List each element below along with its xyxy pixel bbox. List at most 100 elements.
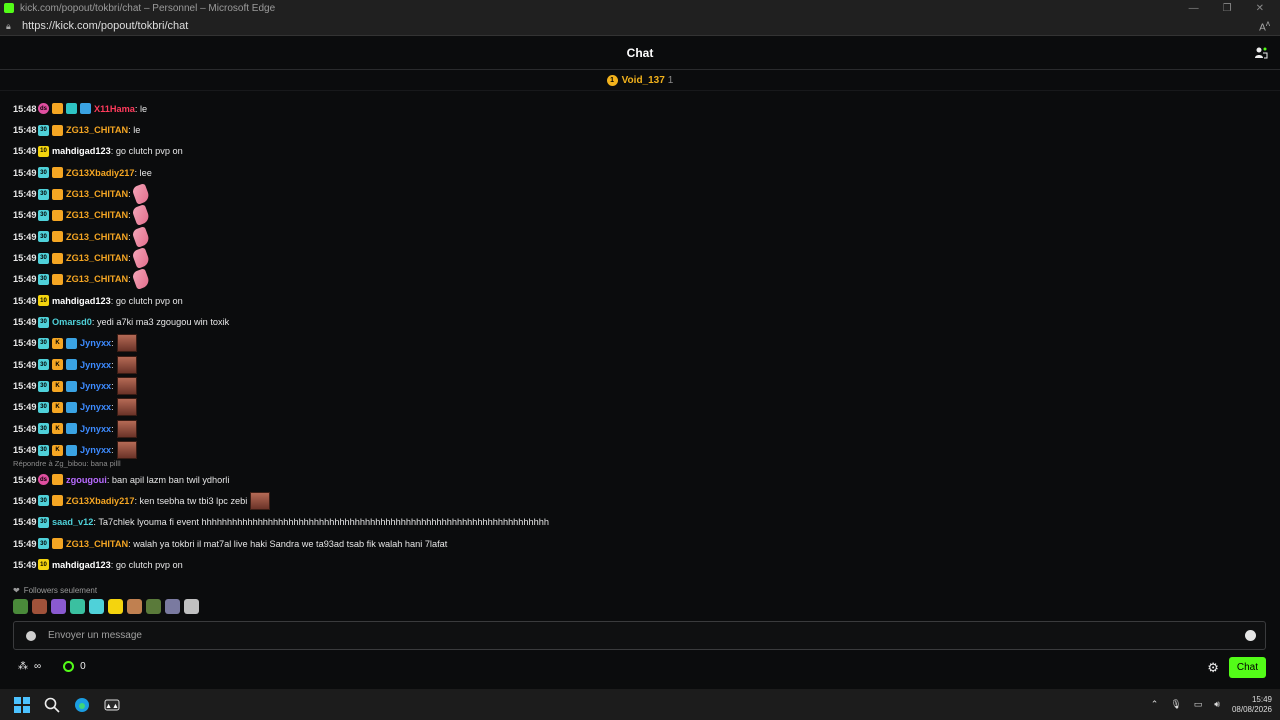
sub-badge-icon[interactable]: 30 [38, 231, 49, 243]
message-username[interactable]: ZG13_CHITAN [66, 232, 128, 242]
verified-badge-icon[interactable] [66, 423, 77, 435]
fist-emote-icon[interactable] [131, 247, 151, 269]
face-emote-icon[interactable] [116, 441, 137, 460]
pinned-username[interactable]: Void_137 [622, 75, 665, 86]
message-username[interactable]: mahdigad123 [52, 146, 111, 156]
edge-browser-icon[interactable] [74, 697, 90, 713]
shield-icon[interactable] [26, 630, 36, 641]
chat-message[interactable]: 15:49 10 mahdigad123: go clutch pvp on [13, 290, 1253, 311]
message-username[interactable]: saad_v12 [52, 517, 93, 527]
face-emote-icon[interactable] [116, 334, 137, 353]
sub-badge-icon[interactable]: 30 [38, 401, 49, 413]
sub-badge-icon[interactable]: 30 [38, 337, 49, 349]
emoji-icon[interactable] [1245, 630, 1256, 641]
sub-badge-icon[interactable]: 30 [38, 423, 49, 435]
kick-app-icon[interactable]: ▲▲ [104, 697, 120, 713]
read-aloud-icon[interactable]: Aʌ [1259, 18, 1270, 33]
message-username[interactable]: X11Hama [94, 104, 135, 114]
message-input-box[interactable] [13, 621, 1266, 650]
chat-message[interactable]: 15:49 30 K Jynyxx: [13, 397, 1253, 418]
crown-badge-icon[interactable] [52, 209, 63, 221]
network-icon[interactable]: ▭ [1194, 699, 1203, 710]
crown-badge-icon[interactable] [52, 188, 63, 200]
face-emote-icon[interactable] [116, 377, 137, 396]
chat-message[interactable]: 15:49 30 ZG13Xbadiy217: lee [13, 162, 1253, 183]
pinned-gifter[interactable]: 1 Void_137 1 [0, 71, 1280, 91]
message-username[interactable]: ZG13_CHITAN [66, 539, 128, 549]
chat-message[interactable]: 15:49 30 ZG13Xbadiy217: ken tsebha tw tbi3… [13, 490, 1253, 511]
message-username[interactable]: ZG13_CHITAN [66, 253, 128, 263]
sub-badge-icon[interactable]: 30 [38, 380, 49, 392]
crown-badge-icon[interactable] [52, 252, 63, 264]
quick-emote-icon[interactable] [108, 599, 123, 614]
verified-badge-icon[interactable] [80, 103, 91, 115]
verified-badge-icon[interactable] [66, 401, 77, 413]
chat-message[interactable]: 15:49 30 saad_v12: Ta7chlek lyouma fi even… [13, 512, 1253, 533]
crown-badge-icon[interactable] [52, 538, 63, 550]
chat-message[interactable]: 15:49 30 K Jynyxx: [13, 418, 1253, 439]
sub-badge-icon[interactable]: 30 [38, 538, 49, 550]
pink-badge-icon[interactable]: ds [38, 103, 49, 115]
chat-message[interactable]: 15:49 10 mahdigad123: go clutch pvp on [13, 554, 1253, 575]
quick-emote-icon[interactable] [70, 599, 85, 614]
face-emote-icon[interactable] [116, 398, 137, 417]
k-badge-icon[interactable]: K [52, 380, 63, 392]
message-username[interactable]: Jynyxx [80, 445, 111, 455]
sub-badge-icon[interactable]: 30 [38, 495, 49, 507]
message-username[interactable]: Omarsd0 [52, 317, 92, 327]
message-username[interactable]: Jynyxx [80, 360, 111, 370]
minimize-icon[interactable]: — [1189, 3, 1199, 14]
chat-message[interactable]: 15:49 ds zgougoui: ban apil lazm ban twil … [13, 469, 1253, 490]
gear-icon[interactable]: ⚙ [1207, 660, 1219, 676]
face-emote-icon[interactable] [116, 355, 137, 374]
url-text[interactable]: https://kick.com/popout/tokbri/chat [22, 20, 188, 32]
chat-message[interactable]: 15:48 30 ZG13_CHITAN: le [13, 119, 1253, 140]
close-icon[interactable]: ✕ [1256, 3, 1264, 14]
verified-badge-icon[interactable] [66, 380, 77, 392]
crown-badge-icon[interactable] [52, 273, 63, 285]
crown-badge-icon[interactable] [52, 167, 63, 179]
lock-icon[interactable]: 🔒︎ [6, 21, 16, 31]
message-username[interactable]: ZG13_CHITAN [66, 189, 128, 199]
kick-points-icon[interactable] [63, 661, 75, 672]
quick-emote-icon[interactable] [184, 599, 199, 614]
message-username[interactable]: zgougoui [66, 475, 107, 485]
message-username[interactable]: Jynyxx [80, 402, 111, 412]
chat-message[interactable]: 15:49 10 mahdigad123: go clutch pvp on [13, 141, 1253, 162]
message-username[interactable]: ZG13Xbadiy217 [66, 496, 134, 506]
chat-message[interactable]: 15:49 30 K Jynyxx: [13, 375, 1253, 396]
gold-badge-icon[interactable]: 10 [38, 295, 49, 307]
message-input[interactable] [48, 630, 1245, 641]
quick-emote-icon[interactable] [32, 599, 47, 614]
crown-badge-icon[interactable] [52, 495, 63, 507]
message-username[interactable]: ZG13Xbadiy217 [66, 168, 134, 178]
sub-badge-icon[interactable]: 30 [38, 252, 49, 264]
gold-badge-icon[interactable]: 10 [38, 559, 49, 571]
k-badge-icon[interactable]: K [52, 444, 63, 456]
chat-message[interactable]: 15:49 30 K Jynyxx: [13, 333, 1253, 354]
crown-badge-icon[interactable] [52, 103, 63, 115]
quick-emote-icon[interactable] [127, 599, 142, 614]
address-bar[interactable]: 🔒︎ https://kick.com/popout/tokbri/chat A… [0, 16, 1280, 36]
k-badge-icon[interactable]: K [52, 423, 63, 435]
chat-message[interactable]: 15:49 30 ZG13_CHITAN: [13, 225, 1253, 248]
message-username[interactable]: ZG13_CHITAN [66, 210, 128, 220]
chevron-up-icon[interactable]: ⌃ [1151, 699, 1159, 710]
verified-badge-icon[interactable] [66, 444, 77, 456]
sub-badge-icon[interactable]: 30 [38, 273, 49, 285]
crown-badge-icon[interactable] [52, 231, 63, 243]
chat-message[interactable]: 15:49 30 Omarsd0: yedi a7ki ma3 zgougou wi… [13, 311, 1253, 332]
crown-badge-icon[interactable] [52, 474, 63, 486]
sub-badge-icon[interactable]: 30 [38, 188, 49, 200]
sub-badge-icon[interactable]: 30 [38, 516, 49, 528]
sub-badge-icon[interactable]: 30 [38, 167, 49, 179]
reply-reference[interactable]: Répondre à Zg_bibou: bana pilll [13, 458, 1253, 469]
pink-badge-icon[interactable]: ds [38, 474, 49, 486]
chat-message[interactable]: 15:49 30 K Jynyxx: [13, 354, 1253, 375]
chat-message[interactable]: 15:49 30 ZG13_CHITAN: [13, 204, 1253, 227]
people-icon[interactable]: ⁂ [18, 661, 28, 672]
message-username[interactable]: Jynyxx [80, 338, 111, 348]
fist-emote-icon[interactable] [131, 183, 151, 205]
message-username[interactable]: mahdigad123 [52, 560, 111, 570]
verified-badge-icon[interactable] [66, 337, 77, 349]
